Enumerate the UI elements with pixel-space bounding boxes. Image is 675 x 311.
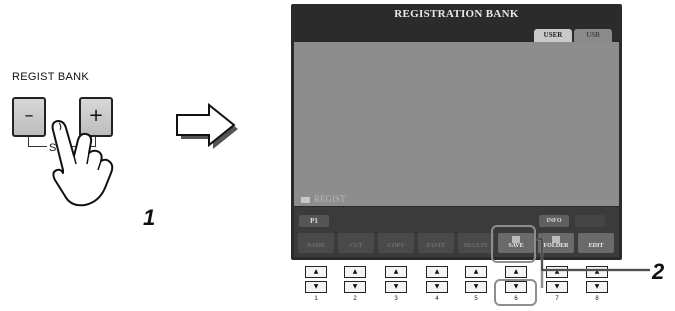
up-button-5[interactable]: ▲ [465,266,487,278]
up-arrow-icon: ▲ [313,268,319,275]
down-arrow-icon: ▼ [313,283,319,290]
copy-button[interactable]: COPY [378,233,414,253]
paste-button[interactable]: PASTE [418,233,454,253]
screen-title: REGISTRATION BANK [394,8,519,20]
up-arrow-icon: ▲ [393,268,399,275]
down-button-2[interactable]: ▼ [344,281,366,293]
down-arrow-icon: ▼ [352,283,358,290]
file-list-area [294,42,619,206]
up-button-1[interactable]: ▲ [305,266,327,278]
name-button[interactable]: NAME [298,233,334,253]
folder-path[interactable]: REGIST [301,194,346,204]
folder-icon [301,196,310,203]
tab-usb[interactable]: USB [574,29,612,42]
button-number: 2 [353,296,357,302]
info-button[interactable]: INFO [539,215,569,227]
down-arrow-icon: ▼ [393,283,399,290]
step-1-marker: 1 [143,205,156,230]
button-pair-4: ▲ ▼ 4 [426,266,450,302]
up-arrow-icon: ▲ [352,268,358,275]
delete-button[interactable]: DELETE [458,233,494,253]
registration-bank-screen: REGISTRATION BANK USER USB REGIST P1 INF… [291,4,622,260]
button-pair-3: ▲ ▼ 3 [385,266,409,302]
button-pair-2: ▲ ▼ 2 [344,266,368,302]
up-button-2[interactable]: ▲ [344,266,366,278]
button-number: 5 [474,296,478,302]
down-button-5[interactable]: ▼ [465,281,487,293]
down-arrow-icon: ▼ [473,283,479,290]
button-number: 3 [394,296,398,302]
cut-button[interactable]: CUT [338,233,374,253]
down-button-1[interactable]: ▼ [305,281,327,293]
button-pair-5: ▲ ▼ 5 [465,266,489,302]
button-number: 1 [314,296,318,302]
right-arrow-icon [176,102,238,149]
tab-user[interactable]: USER [534,29,572,42]
up-arrow-icon: ▲ [473,268,479,275]
button-number: 4 [435,296,439,302]
up-button[interactable] [575,215,605,227]
down-arrow-icon: ▼ [434,283,440,290]
pressing-hand-icon [51,120,114,207]
callout-2-leader [536,238,650,288]
up-arrow-icon: ▲ [434,268,440,275]
regist-bank-minus-button[interactable]: – [12,97,46,137]
step-2-marker: 2 [652,259,665,284]
regist-bank-label: REGIST BANK [12,71,90,83]
folder-label: REGIST [314,194,346,204]
up-button-3[interactable]: ▲ [385,266,407,278]
button-pair-1: ▲ ▼ 1 [305,266,329,302]
down-button-3[interactable]: ▼ [385,281,407,293]
page-button[interactable]: P1 [299,215,329,227]
minus-symbol: – [24,105,34,126]
down-button-4[interactable]: ▼ [426,281,448,293]
up-button-4[interactable]: ▲ [426,266,448,278]
